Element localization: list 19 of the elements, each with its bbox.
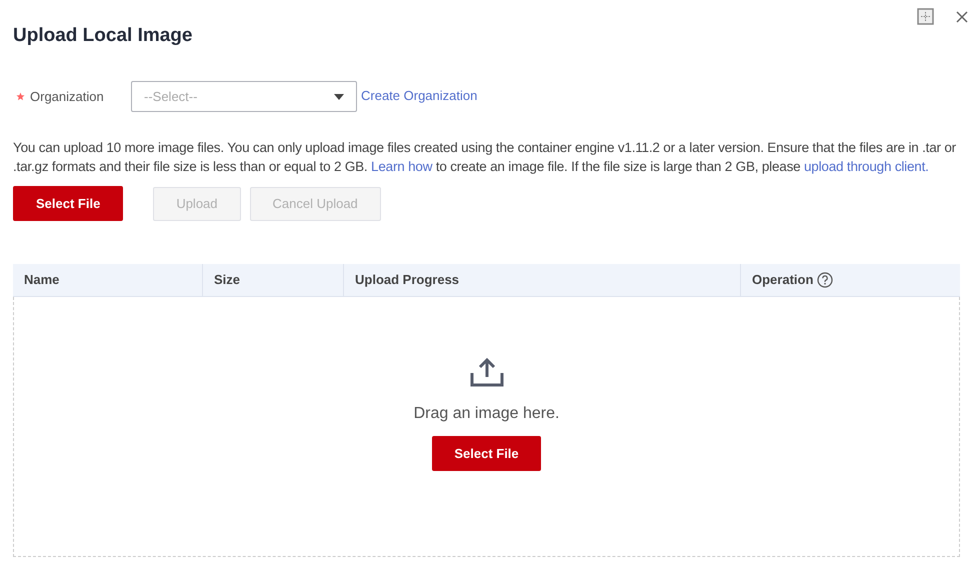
help-link[interactable]: Learn how: [371, 159, 432, 174]
select-file-button[interactable]: Select File: [432, 436, 541, 471]
drop-zone[interactable]: Drag an image here. Select File: [13, 297, 960, 557]
column-header: Name: [24, 271, 60, 290]
upload-icon: [470, 357, 504, 387]
close-icon[interactable]: [956, 10, 968, 22]
help-icon[interactable]: [817, 272, 834, 288]
dialog-title: Upload Local Image: [13, 24, 194, 48]
help-link[interactable]: upload through client.: [804, 159, 929, 174]
restore-icon[interactable]: [917, 8, 934, 25]
column-header: Operation: [752, 271, 814, 290]
select-file-button[interactable]: Select File: [13, 186, 124, 221]
create-organization-link[interactable]: Create Organization: [361, 86, 478, 106]
drop-hint: Drag an image here.: [414, 404, 560, 424]
upload-notice: You can upload 10 more image files. You can only upload image files created using the container engine v1.11.2 or a later version. Ensure that the files are in .tar or .tar.gz formats and their file size is less than or equal to 2 GB. Learn how to create an image file. If the file size is large than 2 GB, please upload through client.: [13, 139, 957, 176]
column-header: Size: [214, 271, 240, 290]
dropdown-caret-icon: [334, 94, 344, 100]
column-header: Upload Progress: [355, 271, 460, 290]
field-label: Organization: [13, 86, 131, 106]
